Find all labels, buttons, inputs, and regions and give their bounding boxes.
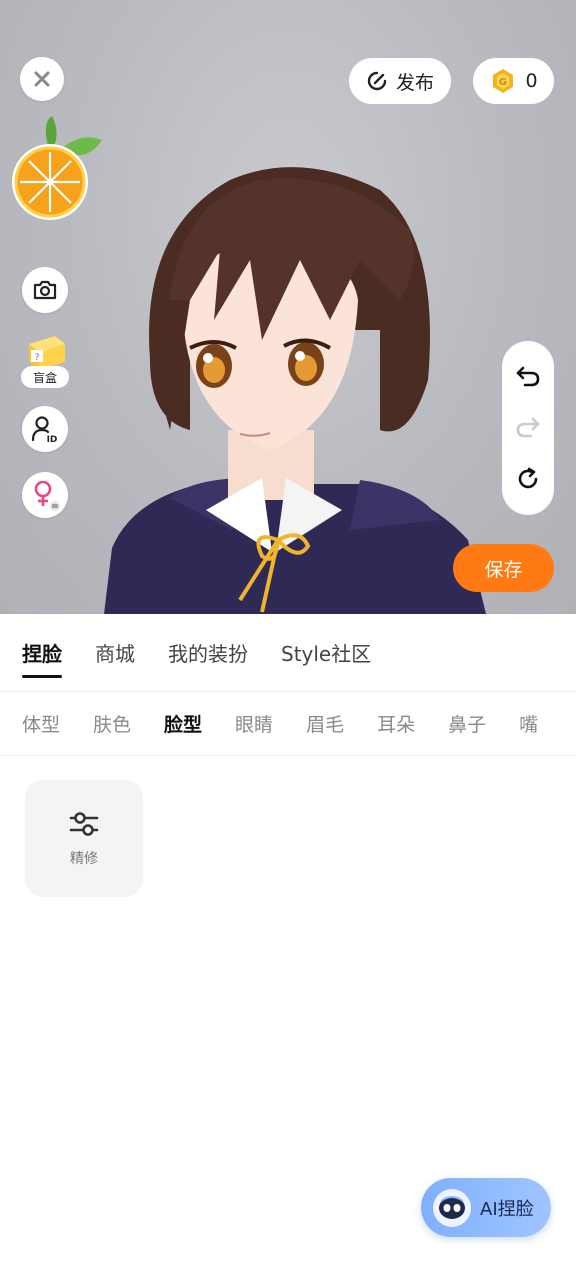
save-button[interactable]: 保存 <box>453 544 554 592</box>
redo-icon[interactable] <box>515 415 541 439</box>
subtab-face-shape[interactable]: 脸型 <box>164 710 202 737</box>
id-badge-text: ID <box>47 435 58 444</box>
camera-icon <box>33 280 57 300</box>
main-tab-bar: 捏脸 商城 我的装扮 Style社区 <box>0 614 576 692</box>
tab-style-community[interactable]: Style社区 <box>281 614 371 692</box>
subtab-mouth[interactable]: 嘴 <box>519 710 538 737</box>
blindbox-button[interactable]: ? 盲盒 <box>21 332 69 388</box>
undo-icon[interactable] <box>515 364 541 388</box>
avatar-id-button[interactable]: ID <box>22 406 68 452</box>
ai-robot-icon <box>433 1188 471 1227</box>
tab-shop[interactable]: 商城 <box>95 614 135 692</box>
blindbox-question-mark: ? <box>35 353 40 363</box>
publish-icon <box>367 71 387 91</box>
tab-my-outfits[interactable]: 我的装扮 <box>168 614 248 692</box>
subtab-ears[interactable]: 耳朵 <box>377 710 415 737</box>
fine-tune-card[interactable]: 精修 <box>25 780 143 897</box>
face-part-tab-bar: 体型 肤色 脸型 眼睛 眉毛 耳朵 鼻子 嘴 <box>0 692 576 756</box>
sliders-icon <box>69 811 99 836</box>
publish-label: 发布 <box>395 71 434 94</box>
female-gender-icon <box>34 480 60 511</box>
fine-tune-label: 精修 <box>70 850 98 867</box>
coin-icon: G <box>493 69 514 93</box>
subtab-eyebrows[interactable]: 眉毛 <box>306 710 344 737</box>
orange-mascot-button[interactable] <box>8 112 108 224</box>
publish-button[interactable]: 发布 <box>349 58 451 104</box>
close-button[interactable] <box>20 57 64 101</box>
reset-icon[interactable] <box>515 466 541 492</box>
tab-face-edit[interactable]: 捏脸 <box>22 614 62 692</box>
camera-button[interactable] <box>22 267 68 313</box>
ai-face-label: AI捏脸 <box>480 1198 534 1220</box>
avatar-stage[interactable]: 发布 G 0 ? 盲盒 ID 保存 <box>0 0 576 614</box>
user-id-icon: ID <box>31 416 58 444</box>
blindbox-label: 盲盒 <box>21 366 69 388</box>
subtab-nose[interactable]: 鼻子 <box>448 710 486 737</box>
history-toolbar <box>502 341 554 515</box>
subtab-eyes[interactable]: 眼睛 <box>235 710 273 737</box>
orange-fruit-icon <box>12 116 102 220</box>
ai-face-button[interactable]: AI捏脸 <box>421 1178 551 1237</box>
gender-switch-button[interactable] <box>22 472 68 518</box>
subtab-body-shape[interactable]: 体型 <box>22 710 60 737</box>
svg-text:G: G <box>499 77 507 88</box>
close-icon <box>34 71 50 87</box>
subtab-skin-color[interactable]: 肤色 <box>93 710 131 737</box>
coin-balance[interactable]: G 0 <box>473 58 554 104</box>
coin-count: 0 <box>525 70 538 92</box>
